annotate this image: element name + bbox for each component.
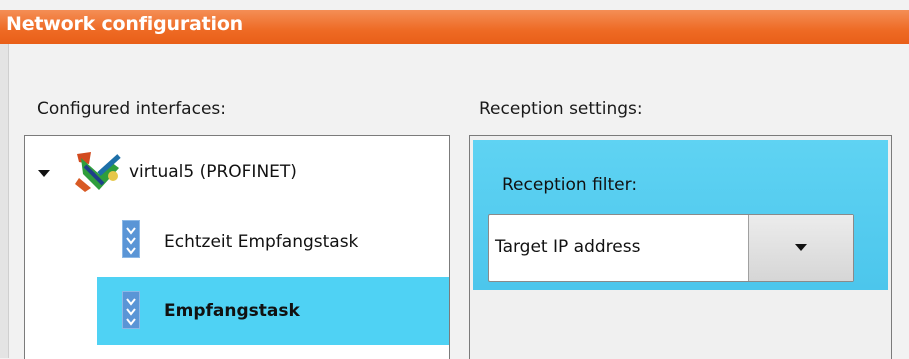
top-strip bbox=[0, 0, 909, 10]
interface-label: virtual5 (PROFINET) bbox=[129, 162, 297, 182]
tree-item-label: Echtzeit Empfangstask bbox=[164, 232, 359, 252]
chevron-down-icon bbox=[795, 244, 807, 251]
receive-task-icon bbox=[122, 291, 140, 329]
reception-settings-panel: Reception filter: Target IP address bbox=[469, 135, 892, 359]
network-interface-icon bbox=[75, 152, 121, 192]
reception-filter-group: Reception filter: Target IP address bbox=[473, 140, 888, 290]
tree-item-echtzeit-empfangstask[interactable]: Echtzeit Empfangstask bbox=[25, 208, 449, 276]
tree-item-label-selected: Empfangstask bbox=[164, 301, 300, 321]
collapse-arrow-icon[interactable] bbox=[38, 170, 50, 177]
tree-item-interface[interactable]: virtual5 (PROFINET) bbox=[25, 136, 449, 206]
reception-filter-value: Target IP address bbox=[495, 237, 641, 257]
window-title: Network configuration bbox=[6, 13, 244, 35]
left-edge bbox=[0, 44, 9, 358]
reception-filter-select[interactable]: Target IP address bbox=[488, 214, 854, 282]
interfaces-tree[interactable]: virtual5 (PROFINET) Echtzeit Empfangstas… bbox=[24, 135, 450, 359]
reception-settings-heading: Reception settings: bbox=[479, 99, 643, 119]
receive-task-icon bbox=[122, 220, 140, 258]
tree-item-empfangstask[interactable]: Empfangstask bbox=[25, 277, 449, 345]
dropdown-button[interactable] bbox=[748, 215, 853, 281]
configured-interfaces-heading: Configured interfaces: bbox=[37, 99, 226, 119]
title-bar: Network configuration bbox=[0, 10, 909, 44]
reception-filter-label: Reception filter: bbox=[502, 175, 638, 195]
